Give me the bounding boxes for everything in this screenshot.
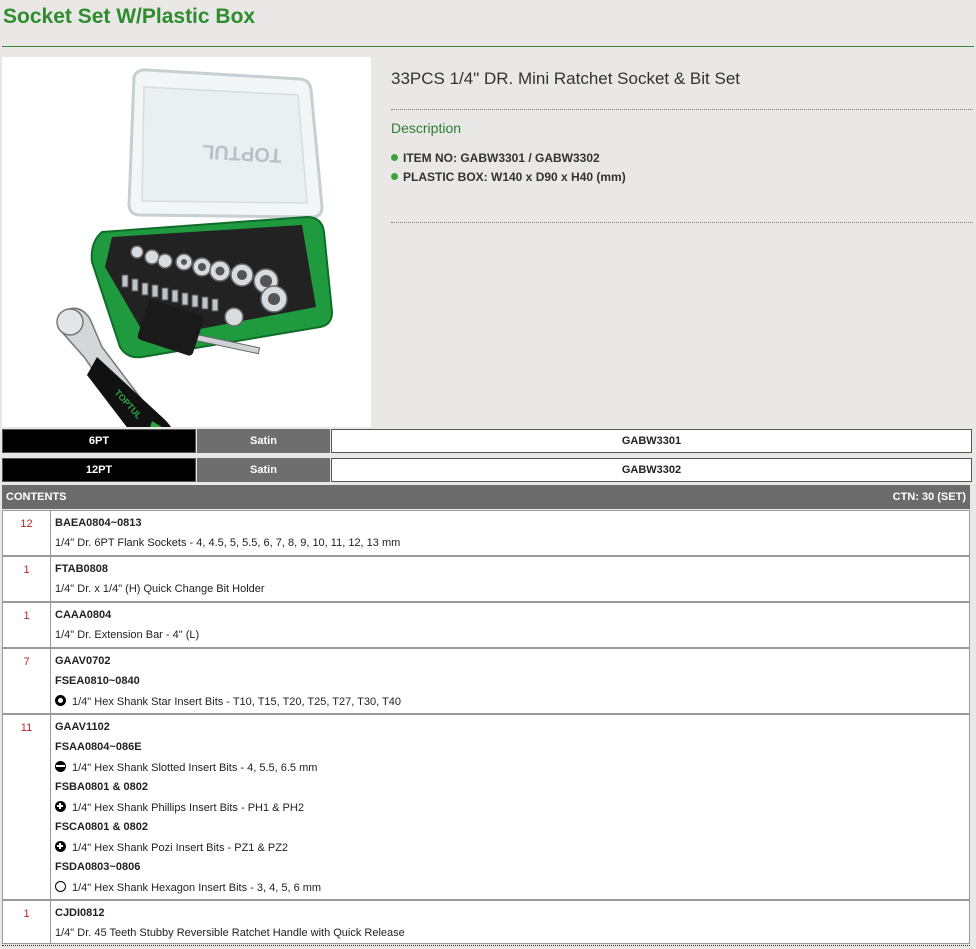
line-text: 1/4" Dr. 45 Teeth Stubby Reversible Ratc… [55, 927, 405, 939]
part-number[interactable]: FSAA0804~086E [55, 741, 965, 761]
variant-finish: Satin [197, 429, 330, 453]
part-number[interactable]: FSEA0810~0840 [55, 675, 965, 695]
row-details: CJDI0812 1/4" Dr. 45 Teeth Stubby Reversi… [55, 907, 965, 947]
row-details: GAAV1102 FSAA0804~086E 1/4" Hex Shank Slot… [55, 721, 965, 901]
part-number[interactable]: FSCA0801 & 0802 [55, 821, 965, 841]
line-text: 1/4" Hex Shank Pozi Insert Bits - PZ1 & … [72, 842, 289, 854]
part-number[interactable]: BAEA0804~0813 [55, 517, 965, 537]
line-text: 1/4" Hex Shank Star Insert Bits - T10, T… [72, 696, 401, 708]
variant-pt: 12PT [2, 458, 196, 482]
spec-text: ITEM NO: GABW3301 / GABW3302 [403, 151, 600, 165]
spec-item: ITEM NO: GABW3301 / GABW3302 [391, 151, 600, 165]
slot-tip-icon [55, 761, 66, 772]
row-details: CAAA0804 1/4" Dr. Extension Bar - 4" (L) [55, 609, 965, 649]
line-text: FSBA0801 & 0802 [55, 781, 148, 793]
dotted-divider [391, 109, 973, 110]
line-text: CAAA0804 [55, 609, 112, 621]
contents-label: CONTENTS [6, 491, 67, 503]
variant-finish: Satin [197, 458, 330, 482]
line-text: FSCA0801 & 0802 [55, 821, 148, 833]
lid-brand-text: TOPTUL [202, 140, 283, 166]
spec-item: PLASTIC BOX: W140 x D90 x H40 (mm) [391, 170, 626, 184]
part-number[interactable]: CAAA0804 [55, 609, 965, 629]
part-description: 1/4" Dr. 6PT Flank Sockets - 4, 4.5, 5, … [55, 537, 965, 557]
row-quantity: 1 [3, 557, 51, 601]
part-description: 1/4" Hex Shank Star Insert Bits - T10, T… [55, 695, 965, 715]
part-number[interactable]: CJDI0812 [55, 907, 965, 927]
line-text: GAAV1102 [55, 721, 110, 733]
line-text: 1/4" Dr. x 1/4" (H) Quick Change Bit Hol… [55, 583, 265, 595]
table-row: 1 CAAA0804 1/4" Dr. Extension Bar - 4" (L) [2, 602, 970, 648]
line-text: 1/4" Dr. Extension Bar - 4" (L) [55, 629, 200, 641]
line-text: FSAA0804~086E [55, 741, 142, 753]
table-row: 1 CJDI0812 1/4" Dr. 45 Teeth Stubby Revers… [2, 900, 970, 944]
table-row: 11 GAAV1102 FSAA0804~086E 1/4" Hex Shank Sl… [2, 714, 970, 900]
row-quantity: 12 [3, 511, 51, 555]
row-details: GAAV0702 FSEA0810~0840 1/4" Hex Shank Star… [55, 655, 965, 715]
row-quantity: 11 [3, 715, 51, 899]
product-image[interactable]: TOPTUL TOPTUL [2, 57, 371, 427]
part-number[interactable]: GAAV1102 [55, 721, 965, 741]
part-description: 1/4" Hex Shank Pozi Insert Bits - PZ1 & … [55, 841, 965, 861]
line-text: FSEA0810~0840 [55, 675, 140, 687]
table-row: 12 BAEA0804~0813 1/4" Dr. 6PT Flank Socket… [2, 510, 970, 556]
part-description: 1/4" Hex Shank Slotted Insert Bits - 4, … [55, 761, 965, 781]
part-number[interactable]: GAAV0702 [55, 655, 965, 675]
table-row: 1 FTAB0808 1/4" Dr. x 1/4" (H) Quick Chang… [2, 556, 970, 602]
row-quantity: 1 [3, 603, 51, 647]
part-description: 1/4" Dr. x 1/4" (H) Quick Change Bit Hol… [55, 583, 965, 603]
socket-set-illustration: TOPTUL TOPTUL [56, 68, 334, 427]
line-text: FSDA0803~0806 [55, 861, 141, 873]
variant-pt: 6PT [2, 429, 196, 453]
variant-row[interactable]: 6PT Satin GABW3301 [2, 429, 972, 453]
bullet-icon [391, 173, 398, 180]
description-heading: Description [391, 120, 462, 136]
row-quantity: 7 [3, 649, 51, 713]
carton-quantity: CTN: 30 (SET) [892, 491, 966, 503]
part-description: 1/4" Hex Shank Phillips Insert Bits - PH… [55, 801, 965, 821]
line-text: 1/4" Dr. 6PT Flank Sockets - 4, 4.5, 5, … [55, 537, 401, 549]
row-details: BAEA0804~0813 1/4" Dr. 6PT Flank Sockets … [55, 517, 965, 557]
row-details: FTAB0808 1/4" Dr. x 1/4" (H) Quick Change… [55, 563, 965, 603]
part-number[interactable]: FSDA0803~0806 [55, 861, 965, 881]
line-text: 1/4" Hex Shank Slotted Insert Bits - 4, … [72, 762, 318, 774]
dotted-divider [391, 222, 973, 223]
part-description: 1/4" Hex Shank Hexagon Insert Bits - 3, … [55, 881, 965, 901]
part-number[interactable]: FTAB0808 [55, 563, 965, 583]
spec-text: PLASTIC BOX: W140 x D90 x H40 (mm) [403, 170, 626, 184]
page-title: Socket Set W/Plastic Box [3, 5, 256, 28]
plus-tip-icon [55, 801, 66, 812]
variant-code[interactable]: GABW3301 [331, 429, 972, 453]
part-description: 1/4" Dr. Extension Bar - 4" (L) [55, 629, 965, 649]
product-name: 33PCS 1/4" DR. Mini Ratchet Socket & Bit… [391, 69, 741, 88]
bullet-icon [391, 154, 398, 161]
table-row: 7 GAAV0702 FSEA0810~0840 1/4" Hex Shank Sta… [2, 648, 970, 714]
table-bottom-divider [2, 945, 970, 946]
variant-code[interactable]: GABW3302 [331, 458, 972, 482]
line-text: 1/4" Hex Shank Hexagon Insert Bits - 3, … [72, 882, 322, 894]
star-tip-icon [55, 695, 66, 706]
line-text: 1/4" Hex Shank Phillips Insert Bits - PH… [72, 802, 304, 814]
line-text: CJDI0812 [55, 907, 105, 919]
row-quantity: 1 [3, 901, 51, 943]
contents-header: CONTENTS CTN: 30 (SET) [2, 485, 970, 509]
part-description: 1/4" Dr. 45 Teeth Stubby Reversible Ratc… [55, 927, 965, 947]
line-text: FTAB0808 [55, 563, 108, 575]
part-number[interactable]: FSBA0801 & 0802 [55, 781, 965, 801]
plus-tip-icon [55, 841, 66, 852]
line-text: BAEA0804~0813 [55, 517, 142, 529]
line-text: GAAV0702 [55, 655, 111, 667]
hex-tip-icon [55, 881, 66, 892]
title-divider [2, 46, 974, 47]
variant-row[interactable]: 12PT Satin GABW3302 [2, 458, 972, 482]
